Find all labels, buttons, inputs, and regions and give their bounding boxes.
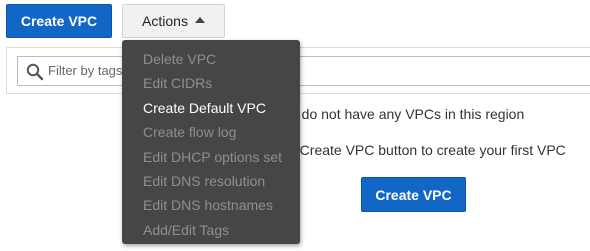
create-vpc-button[interactable]: Create VPC [6, 4, 112, 38]
menu-item-edit-dns-resolution[interactable]: Edit DNS resolution [122, 169, 300, 193]
filter-placeholder-start: Filter by tags [48, 63, 123, 78]
filter-input[interactable]: Filter by tagseyword [17, 56, 590, 86]
menu-item-edit-cidrs[interactable]: Edit CIDRs [122, 71, 300, 95]
search-icon [26, 63, 44, 81]
menu-item-add-edit-tags[interactable]: Add/Edit Tags [122, 218, 300, 242]
actions-menu: Delete VPC Edit CIDRs Create Default VPC… [122, 40, 300, 244]
create-vpc-empty-button-label: Create VPC [375, 186, 452, 203]
create-vpc-empty-button[interactable]: Create VPC [361, 177, 466, 212]
create-vpc-button-label: Create VPC [20, 13, 98, 29]
menu-item-delete-vpc[interactable]: Delete VPC [122, 47, 300, 71]
empty-state-title: u do not have any VPCs in this region [290, 106, 525, 122]
menu-item-create-default-vpc[interactable]: Create Default VPC [122, 96, 300, 120]
actions-button[interactable]: Actions [122, 4, 225, 38]
caret-up-icon [194, 17, 205, 23]
empty-state-hint: e Create VPC button to create your first… [288, 142, 566, 158]
menu-item-create-flow-log[interactable]: Create flow log [122, 120, 300, 144]
menu-item-edit-dns-hostnames[interactable]: Edit DNS hostnames [122, 193, 300, 217]
actions-button-label: Actions [142, 13, 188, 29]
menu-item-edit-dhcp-options-set[interactable]: Edit DHCP options set [122, 145, 300, 169]
